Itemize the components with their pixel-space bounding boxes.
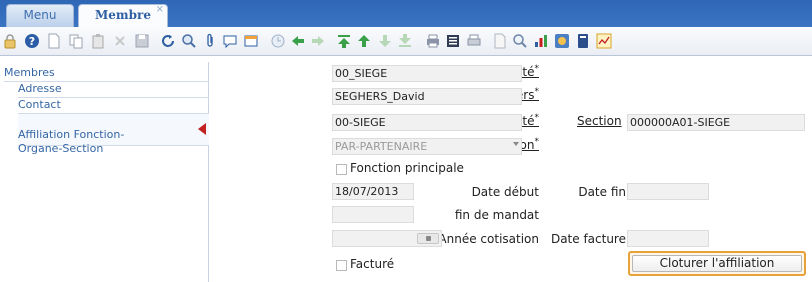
fin-mandat-field[interactable] [332, 206, 414, 223]
previous-icon[interactable] [356, 33, 372, 49]
section-field[interactable]: 000000A01-SIEGE [627, 114, 805, 131]
attach-icon[interactable] [202, 33, 218, 49]
selected-arrow-icon [198, 123, 206, 135]
copy-icon[interactable] [68, 33, 84, 49]
fonction-principale-checkbox[interactable] [336, 164, 347, 175]
sidebar-item-label: Adresse [18, 82, 62, 95]
window-icon[interactable] [243, 33, 259, 49]
sidebar-item-adresse[interactable]: Adresse [18, 82, 209, 98]
back-icon[interactable] [290, 33, 306, 49]
unite-secondary-field[interactable]: 00-SIEGE [332, 114, 522, 131]
facture-label: Facturé [350, 257, 395, 271]
close-tab-icon[interactable]: × [156, 0, 164, 20]
sidebar-item-label: Contact [18, 98, 61, 111]
new-icon[interactable] [46, 33, 62, 49]
tab-bar: Menu Membre × [0, 0, 812, 27]
date-debut-field[interactable]: 18/07/2013 [332, 183, 414, 200]
sidebar: Membres Adresse Contact Affiliation Fonc… [0, 62, 209, 282]
date-fin-field[interactable] [627, 183, 709, 200]
tab-menu-label: Menu [23, 8, 57, 22]
tab-menu[interactable]: Menu [6, 4, 74, 27]
bird-icon[interactable] [554, 33, 570, 49]
first-icon[interactable] [336, 33, 352, 49]
fin-mandat-label: fin de mandat [454, 208, 539, 222]
comment-icon[interactable] [222, 33, 238, 49]
sidebar-item-label: Affiliation Fonction- Organe-Section [18, 128, 125, 155]
chart-icon[interactable] [533, 33, 549, 49]
fonction-principale-label: Fonction principale [350, 161, 464, 175]
zoom-icon[interactable] [512, 33, 528, 49]
sidebar-item-contact[interactable]: Contact [18, 98, 209, 114]
save-icon[interactable] [134, 33, 150, 49]
date-facture-field[interactable] [627, 230, 709, 247]
chevron-down-icon[interactable] [513, 142, 519, 146]
help-icon[interactable]: ? [24, 33, 40, 49]
affiliation-form: Unité* 00_SIEGE Tiers* SEGHERS_David Uni… [210, 56, 812, 282]
lock-icon[interactable] [2, 33, 18, 49]
tab-membre-label: Membre [95, 8, 151, 22]
date-debut-label: Date début [471, 185, 539, 199]
date-facture-label: Date facture [550, 232, 626, 246]
sidebar-item-label: Membres [4, 66, 55, 79]
sidebar-item-affiliation[interactable]: Affiliation Fonction- Organe-Section [18, 114, 209, 155]
close-affiliation-label: Cloturer l'affiliation [632, 255, 802, 272]
paste-icon[interactable] [90, 33, 106, 49]
search-icon[interactable] [181, 33, 197, 49]
forward-icon[interactable] [310, 33, 326, 49]
delete-icon[interactable] [112, 33, 128, 49]
report-icon[interactable] [596, 33, 612, 49]
unite-field[interactable]: 00_SIEGE [332, 65, 522, 82]
sidebar-item-membres[interactable]: Membres [4, 66, 209, 82]
close-affiliation-button[interactable]: Cloturer l'affiliation [628, 251, 806, 276]
print-icon[interactable] [425, 33, 441, 49]
last-icon[interactable] [397, 33, 413, 49]
annee-cotisation-field[interactable] [332, 230, 442, 247]
tab-membre[interactable]: Membre × [78, 4, 168, 27]
fonction-select[interactable]: PAR-PARTENAIRE [332, 138, 522, 155]
section-label: Section [577, 114, 622, 128]
printer-icon[interactable] [466, 33, 482, 49]
refresh-icon[interactable] [160, 33, 176, 49]
toolbar: ? [0, 27, 812, 56]
tiers-field[interactable]: SEGHERS_David [332, 88, 522, 105]
document-icon[interactable] [492, 33, 508, 49]
facture-checkbox[interactable] [336, 260, 347, 271]
next-icon[interactable] [377, 33, 393, 49]
calendar-icon[interactable] [417, 233, 439, 244]
clock-icon[interactable] [270, 33, 286, 49]
annee-cotisation-label: Année cotisation [438, 232, 539, 246]
list-icon[interactable] [445, 33, 461, 49]
book-icon[interactable] [575, 33, 591, 49]
date-fin-label: Date fin [578, 185, 626, 199]
svg-text:?: ? [29, 35, 35, 48]
